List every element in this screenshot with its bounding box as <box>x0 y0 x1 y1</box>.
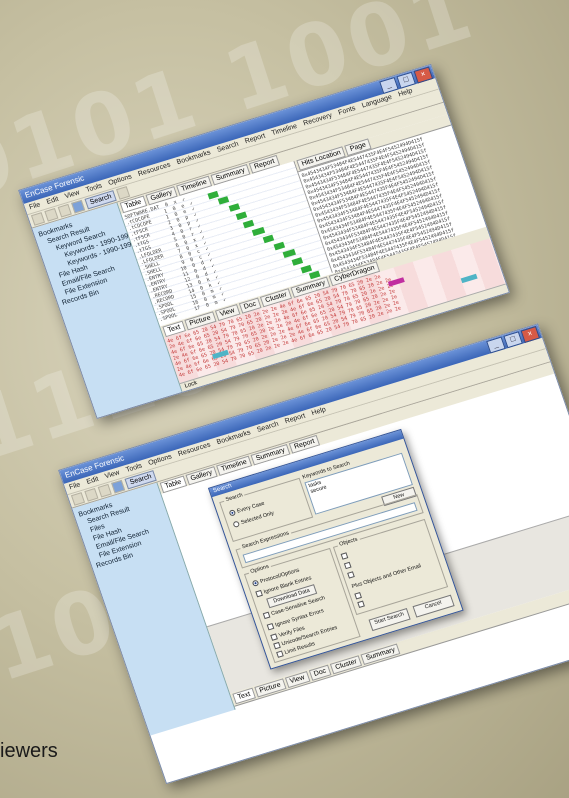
search-group-label: Search <box>223 491 246 504</box>
open-icon[interactable] <box>84 488 99 502</box>
check-object-1[interactable] <box>341 551 352 560</box>
start-search-button[interactable]: Start Search <box>368 608 411 632</box>
check-object-3[interactable] <box>347 570 358 579</box>
check-object-5[interactable] <box>357 600 368 609</box>
check-object-2[interactable] <box>344 561 355 570</box>
save-icon[interactable] <box>97 483 112 498</box>
new-case-icon[interactable] <box>30 212 46 226</box>
save-icon[interactable] <box>57 203 72 218</box>
cancel-button[interactable]: Cancel <box>412 594 455 618</box>
open-icon[interactable] <box>44 208 59 222</box>
check-object-4[interactable] <box>354 591 365 600</box>
print-icon[interactable] <box>71 199 86 214</box>
status-lock: Lock <box>184 380 199 390</box>
slide-caption: iewers <box>0 740 58 762</box>
print-icon[interactable] <box>111 479 126 494</box>
new-case-icon[interactable] <box>70 492 86 506</box>
refresh-icon[interactable] <box>116 186 131 200</box>
plus-objects-label: Plus Objects and Other Email <box>351 563 422 590</box>
